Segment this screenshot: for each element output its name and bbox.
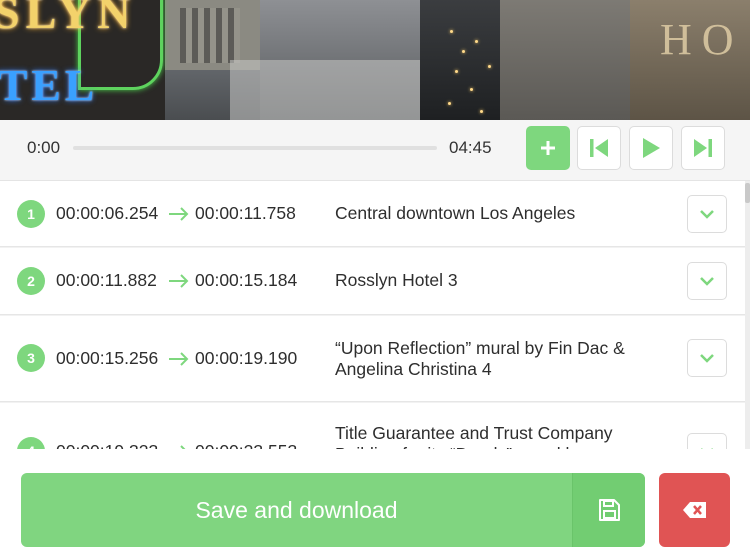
save-icon-section — [572, 473, 645, 547]
play-icon — [643, 138, 660, 158]
video-rooftop — [230, 60, 430, 120]
expand-row-button[interactable] — [687, 433, 727, 449]
start-timecode[interactable]: 00:00:11.882 — [56, 270, 157, 291]
video-frame[interactable]: SLYN TEL HO — [0, 0, 750, 120]
expand-row-button[interactable] — [687, 339, 727, 377]
row-number-badge: 4 — [17, 437, 45, 449]
building-sign-text: HO — [660, 15, 744, 64]
footer-actions: Save and download — [0, 449, 750, 560]
current-time: 0:00 — [27, 138, 61, 157]
subtitle-row[interactable]: 2 00:00:11.882 00:00:15.184 Rosslyn Hote… — [0, 248, 745, 315]
arrow-right-icon — [169, 207, 189, 221]
arrow-right-icon — [169, 352, 189, 366]
add-subtitle-button[interactable] — [526, 126, 570, 170]
save-and-download-label: Save and download — [195, 496, 398, 523]
chevron-down-icon — [700, 210, 714, 219]
start-timecode[interactable]: 00:00:06.254 — [56, 203, 158, 224]
skip-back-button[interactable] — [577, 126, 621, 170]
subtitle-text[interactable]: “Upon Reflection” mural by Fin Dac & Ang… — [335, 338, 655, 380]
video-street-lights — [440, 10, 500, 120]
play-button[interactable] — [629, 126, 673, 170]
end-timecode[interactable]: 00:00:15.184 — [195, 270, 297, 291]
scrollbar-thumb[interactable] — [745, 183, 750, 203]
row-number-badge: 2 — [17, 267, 45, 295]
end-timecode[interactable]: 00:00:11.758 — [195, 203, 296, 224]
skip-forward-icon — [694, 139, 712, 157]
subtitle-list[interactable]: 1 00:00:06.254 00:00:11.758 Central down… — [0, 181, 750, 449]
row-number-badge: 1 — [17, 200, 45, 228]
subtitle-text[interactable]: Central downtown Los Angeles — [335, 203, 655, 224]
video-building-windows — [180, 8, 240, 63]
list-scrollbar[interactable] — [745, 181, 750, 449]
skip-forward-button[interactable] — [681, 126, 725, 170]
skip-back-icon — [590, 139, 608, 157]
row-number-badge: 3 — [17, 344, 45, 372]
subtitle-text[interactable]: Rosslyn Hotel 3 — [335, 270, 655, 291]
progress-bar[interactable] — [73, 146, 437, 150]
arrow-right-icon — [169, 274, 189, 288]
video-building — [500, 0, 630, 120]
subtitle-text[interactable]: Title Guarantee and Trust Company Buildi… — [335, 423, 655, 449]
expand-row-button[interactable] — [687, 262, 727, 300]
subtitle-row[interactable]: 4 00:00:19.323 00:00:23.553 Title Guaran… — [0, 403, 745, 449]
subtitle-row[interactable]: 1 00:00:06.254 00:00:11.758 Central down… — [0, 181, 745, 247]
subtitle-row[interactable]: 3 00:00:15.256 00:00:19.190 “Upon Reflec… — [0, 316, 745, 402]
player-controls: 0:00 04:45 — [0, 120, 750, 181]
backspace-x-icon — [682, 502, 706, 518]
floppy-disk-icon — [599, 499, 620, 521]
discard-button[interactable] — [659, 473, 730, 547]
start-timecode[interactable]: 00:00:19.323 — [56, 441, 158, 449]
end-timecode[interactable]: 00:00:19.190 — [195, 348, 297, 369]
plus-icon — [541, 141, 555, 155]
duration: 04:45 — [449, 138, 492, 157]
neon-sign-top-text: SLYN — [0, 0, 137, 38]
end-timecode[interactable]: 00:00:23.553 — [195, 441, 297, 449]
save-and-download-button[interactable]: Save and download — [21, 473, 645, 547]
expand-row-button[interactable] — [687, 195, 727, 233]
chevron-down-icon — [700, 277, 714, 286]
start-timecode[interactable]: 00:00:15.256 — [56, 348, 158, 369]
neon-sign-bottom-text: TEL — [0, 61, 99, 110]
chevron-down-icon — [700, 354, 714, 363]
